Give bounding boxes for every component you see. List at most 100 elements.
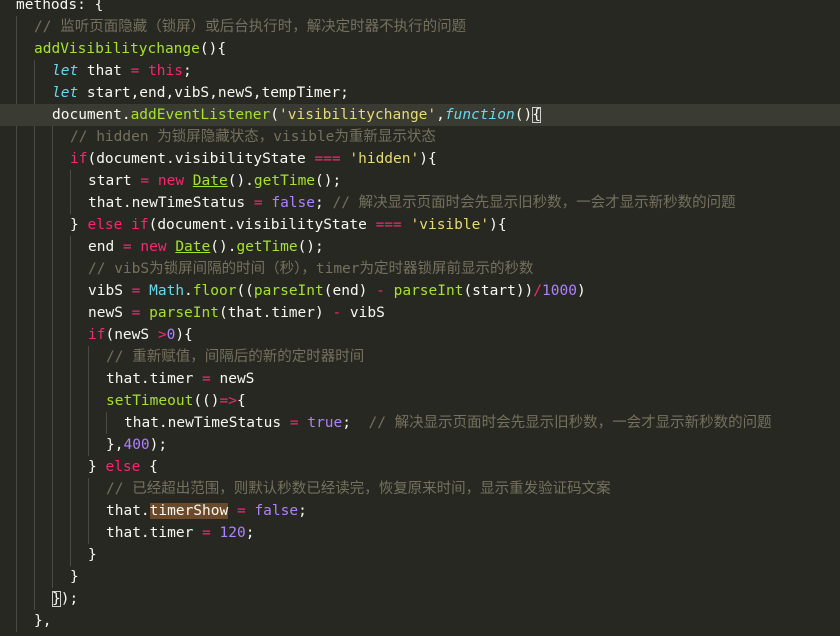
code-token-string: 'hidden' — [349, 151, 420, 167]
code-token-plain: ; — [342, 415, 369, 431]
code-line[interactable]: that.timer = 120; — [0, 522, 840, 544]
code-token-func: getTime — [253, 173, 316, 189]
code-line[interactable]: if(document.visibilityState === 'hidden'… — [0, 148, 840, 170]
code-token-op: === — [375, 217, 402, 233]
code-token-fnkw: function — [444, 107, 515, 123]
code-token-plain: (that.timer) — [218, 305, 333, 321]
code-line[interactable]: } — [0, 566, 840, 588]
code-token-plain: ; — [182, 63, 192, 79]
code-token-bracket: } — [52, 591, 61, 607]
code-token-plain: newS — [88, 305, 132, 321]
code-token-storage: let — [52, 63, 79, 79]
code-line[interactable]: that.newTimeStatus = true; // 解决显示页面时会先显… — [0, 412, 840, 434]
code-line[interactable]: },400); — [0, 434, 840, 456]
code-token-func: getTime — [236, 239, 298, 255]
code-token-plain: ; — [315, 195, 333, 211]
code-line[interactable]: }, — [0, 610, 840, 632]
code-line[interactable]: that.timer = newS — [0, 368, 840, 390]
code-token-func: floor — [192, 283, 237, 299]
code-token-highlight: timerShow — [149, 503, 229, 519]
code-token-op: - — [376, 283, 385, 299]
code-token-comment: // vibS为锁屏间隔的时间（秒），timer为定时器锁屏前显示的秒数 — [88, 261, 534, 277]
code-line[interactable]: vibS = Math.floor((parseInt(end) - parse… — [0, 280, 840, 302]
code-line[interactable]: methods: { — [0, 0, 840, 16]
code-token-op: > — [157, 327, 167, 343]
code-token-plain: (){ — [199, 41, 227, 57]
code-token-plain: { — [140, 459, 158, 475]
code-line[interactable]: let that = this; — [0, 60, 840, 82]
code-token-op: - — [332, 305, 342, 321]
code-token-keyword: else — [87, 217, 123, 233]
code-token-op: = — [289, 415, 299, 431]
code-line[interactable]: setTimeout(()=>{ — [0, 390, 840, 412]
code-line[interactable]: // hidden 为锁屏隐藏状态，visible为重新显示状态 — [0, 126, 840, 148]
code-token-plain: } — [88, 547, 97, 563]
code-token-plain: ){ — [419, 151, 437, 167]
code-token-keyword: if — [88, 327, 106, 343]
code-token-plain: } — [88, 459, 106, 475]
code-token-plain: vibS — [88, 283, 132, 299]
code-token-comment: // 解决显示页面时会先显示旧秒数，一会才显示新秒数的问题 — [368, 415, 772, 431]
code-token-op: = — [202, 525, 211, 541]
code-token-plain: }, — [34, 613, 52, 629]
code-line[interactable]: } — [0, 544, 840, 566]
code-token-plain: (( — [236, 283, 254, 299]
code-token-plain: (end) — [323, 283, 377, 299]
code-token-comment: // 监听页面隐藏（锁屏）或后台执行时，解决定时器不执行的问题 — [34, 19, 467, 35]
code-line[interactable]: start = new Date().getTime(); — [0, 170, 840, 192]
code-line[interactable]: } else if(document.visibilityState === '… — [0, 214, 840, 236]
code-token-plain: that.timer — [106, 371, 203, 387]
code-line[interactable]: addVisibilitychange(){ — [0, 38, 840, 60]
code-token-number: 1000 — [542, 283, 577, 299]
code-token-func: parseInt — [253, 283, 324, 299]
code-line[interactable]: } else { — [0, 456, 840, 478]
code-token-class: Date — [192, 173, 228, 189]
code-line[interactable]: if(newS >0){ — [0, 324, 840, 346]
code-token-plain: that.newTimeStatus — [88, 195, 254, 211]
code-token-plain: vibS — [341, 305, 385, 321]
code-line[interactable]: // vibS为锁屏间隔的时间（秒），timer为定时器锁屏前显示的秒数 — [0, 258, 840, 280]
code-token-plain: (). — [227, 173, 254, 189]
code-line[interactable]: // 监听页面隐藏（锁屏）或后台执行时，解决定时器不执行的问题 — [0, 16, 840, 38]
code-token-plain: (start)) — [463, 283, 534, 299]
code-line[interactable]: end = new Date().getTime(); — [0, 236, 840, 258]
code-token-plain: (); — [297, 239, 324, 255]
code-token-plain: (); — [315, 173, 342, 189]
code-token-op: === — [314, 151, 341, 167]
code-token-plain: . — [184, 283, 193, 299]
code-editor[interactable]: methods: { // 监听页面隐藏（锁屏）或后台执行时，解决定时器不执行的问… — [0, 0, 840, 636]
code-token-comment: // 重新赋值，间隔后的新的定时器时间 — [106, 349, 365, 365]
code-token-op: = — [140, 173, 150, 189]
code-token-func: addVisibilitychange — [34, 41, 200, 57]
code-token-plain: ) — [576, 283, 586, 299]
code-line[interactable]: that.timerShow = false; — [0, 500, 840, 522]
code-token-class: Date — [175, 239, 211, 255]
code-line[interactable]: }); — [0, 588, 840, 610]
code-line[interactable]: document.addEventListener('visibilitycha… — [0, 104, 840, 126]
code-line[interactable]: // 重新赋值，间隔后的新的定时器时间 — [0, 346, 840, 368]
code-line[interactable]: that.newTimeStatus = false; // 解决显示页面时会先… — [0, 192, 840, 214]
code-token-keyword: if — [131, 217, 149, 233]
code-token-plain: ){ — [489, 217, 507, 233]
code-token-func: parseInt — [393, 283, 464, 299]
code-line[interactable]: // 已经超出范围，则默认秒数已经读完，恢复原来时间，显示重发验证码文案 — [0, 478, 840, 500]
code-token-plain: (() — [193, 393, 220, 409]
code-line[interactable]: let start,end,vibS,newS,tempTimer; — [0, 82, 840, 104]
code-token-op: = — [122, 239, 132, 255]
code-token-op: = — [202, 371, 211, 387]
code-token-keyword: if — [70, 151, 88, 167]
code-token-op: / — [533, 283, 543, 299]
code-token-plain: ); — [149, 437, 168, 453]
code-line[interactable]: newS = parseInt(that.timer) - vibS — [0, 302, 840, 324]
code-token-plain: (document.visibilityState — [148, 217, 376, 233]
code-token-plain: ); — [60, 591, 79, 607]
code-token-plain: that.timer — [106, 525, 203, 541]
code-token-plain: ){ — [175, 327, 193, 343]
code-token-keyword: new — [140, 239, 167, 255]
